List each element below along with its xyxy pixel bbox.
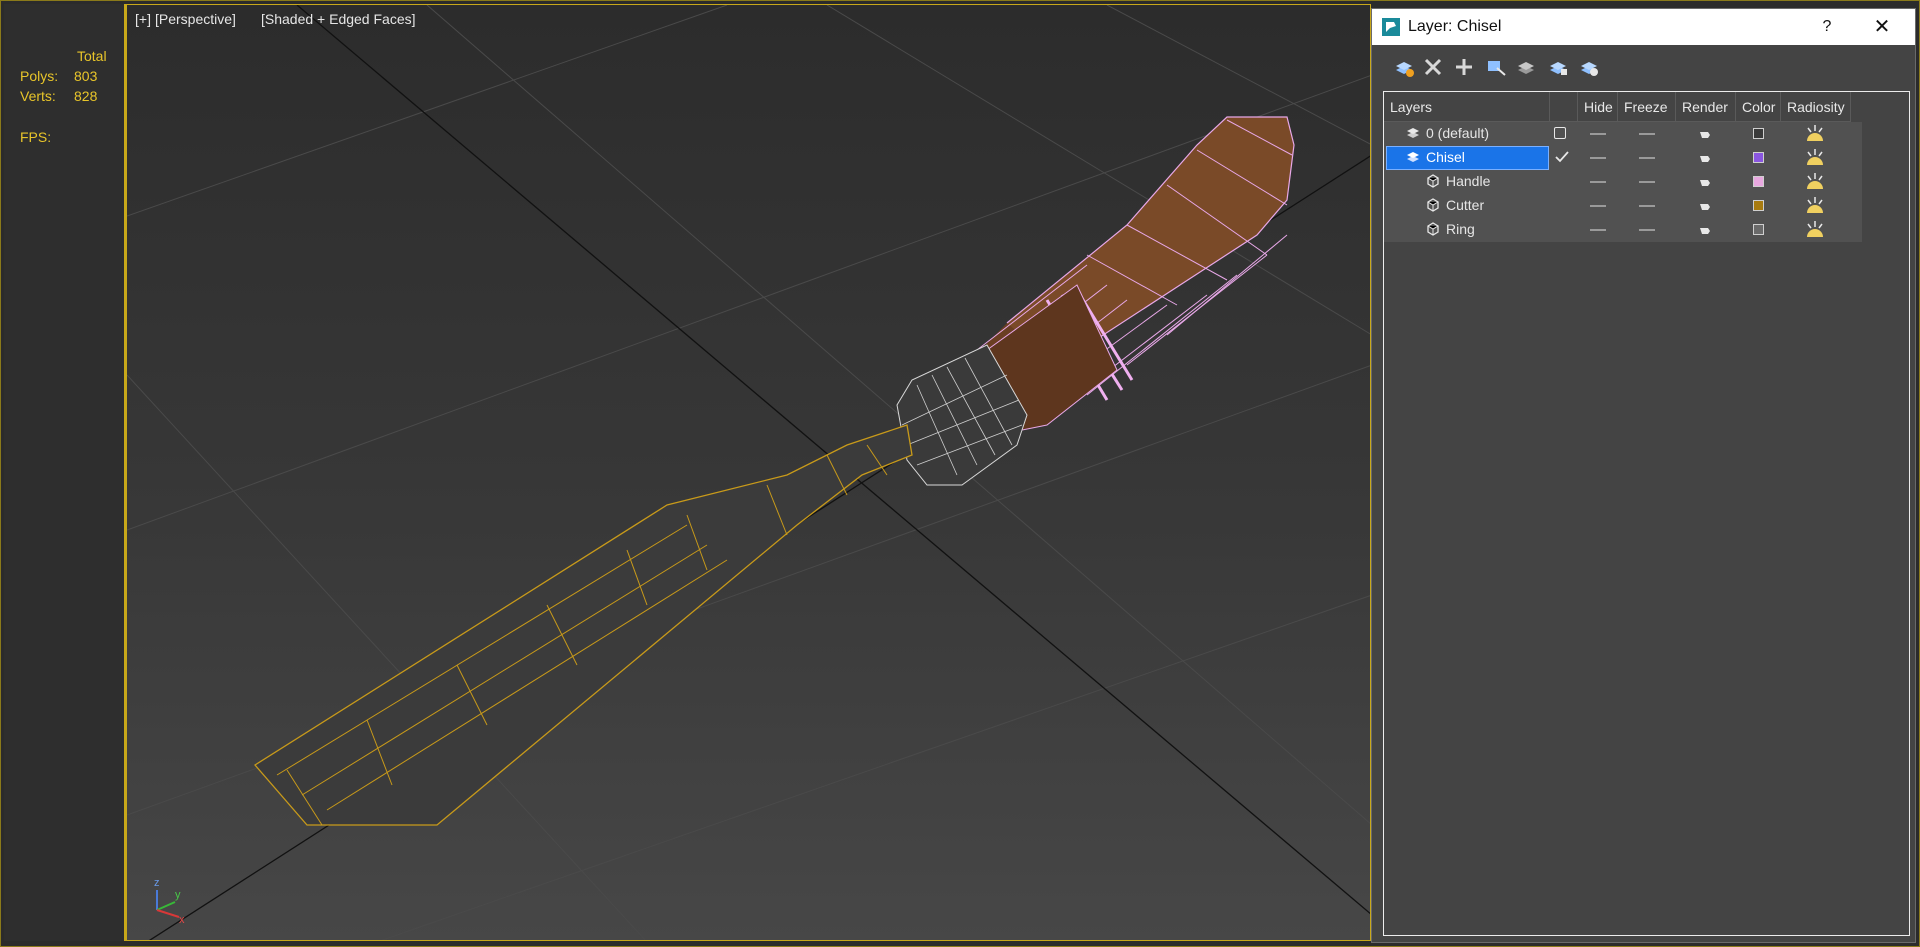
add-selection-icon[interactable] [1450,53,1478,81]
stats-polys-value: 803 [74,68,98,84]
axis-x-label: x [179,914,185,926]
stats-verts-label: Verts: [20,88,56,104]
stats-fps-label: FPS: [20,129,52,145]
chisel-cutter-mesh[interactable] [254,424,913,826]
object-name[interactable]: Cutter [1446,197,1484,213]
freeze-toggle[interactable] [1639,229,1655,231]
delete-layer-icon[interactable] [1419,53,1447,81]
object-cube-icon [1427,198,1439,212]
select-objects-icon[interactable] [1482,53,1510,81]
stats-polys-label: Polys: [20,68,59,84]
layer-name[interactable]: Chisel [1426,149,1465,165]
render-teapot-icon[interactable] [1698,176,1712,188]
viewport-scene[interactable]: z y x [127,5,1371,941]
radiosity-icon[interactable] [1803,219,1827,241]
hide-all-icon[interactable] [1544,53,1572,81]
layer-stack-icon [1407,128,1419,138]
viewport-view-label[interactable]: [Perspective] [155,11,236,27]
object-color-swatch[interactable] [1753,224,1764,235]
dialog-titlebar[interactable]: Layer: Chisel ? ✕ [1372,9,1915,45]
object-row-handle[interactable]: Handle [1384,170,1862,194]
hide-toggle[interactable] [1590,229,1606,231]
col-header-hide[interactable]: Hide [1578,92,1618,122]
stats-verts-value: 828 [74,88,98,104]
layer-name[interactable]: 0 (default) [1426,125,1489,141]
current-layer-checkmark-icon[interactable] [1554,150,1570,164]
hide-toggle[interactable] [1590,181,1606,183]
app-logo-icon [1382,18,1400,36]
axis-tripod: z y x [154,877,185,926]
object-color-swatch[interactable] [1753,200,1764,211]
close-button[interactable]: ✕ [1867,15,1897,39]
make-current-checkbox[interactable] [1554,127,1566,139]
freeze-toggle[interactable] [1639,205,1655,207]
layer-color-swatch[interactable] [1753,128,1764,139]
col-header-render[interactable]: Render [1676,92,1736,122]
axis-y-label: y [175,889,181,901]
radiosity-icon[interactable] [1803,195,1827,217]
render-teapot-icon[interactable] [1698,200,1712,212]
object-name[interactable]: Handle [1446,173,1490,189]
layer-toolbar [1372,47,1915,87]
hide-toggle[interactable] [1590,157,1606,159]
layer-row-chisel[interactable]: − Chisel [1384,146,1862,170]
freeze-all-icon[interactable] [1575,53,1603,81]
render-teapot-icon[interactable] [1698,152,1712,164]
object-cube-icon [1427,174,1439,188]
axis-z-label: z [154,877,160,889]
perspective-viewport[interactable]: z y x [+] [Perspective] [Shaded + Edged … [126,4,1371,941]
hide-toggle[interactable] [1590,205,1606,207]
dialog-title: Layer: Chisel [1408,18,1502,35]
col-header-color[interactable]: Color [1736,92,1781,122]
layer-color-swatch[interactable] [1753,152,1764,163]
help-button[interactable]: ? [1812,15,1842,39]
viewport-statistics: Total Polys: 803 Verts: 828 FPS: [4,4,126,941]
object-row-cutter[interactable]: Cutter [1384,194,1862,218]
object-row-ring[interactable]: Ring [1384,218,1862,242]
viewport-menu-plus[interactable]: [+] [135,11,151,27]
col-header-layers[interactable]: Layers [1384,92,1550,122]
radiosity-icon[interactable] [1803,171,1827,193]
freeze-toggle[interactable] [1639,157,1655,159]
layers-list[interactable]: Layers Hide Freeze Render Color Radiosit… [1383,91,1910,936]
radiosity-icon[interactable] [1803,123,1827,145]
col-header-radiosity[interactable]: Radiosity [1781,92,1851,122]
freeze-toggle[interactable] [1639,181,1655,183]
render-teapot-icon[interactable] [1698,224,1712,236]
radiosity-icon[interactable] [1803,147,1827,169]
new-layer-icon[interactable] [1390,53,1418,81]
hide-toggle[interactable] [1590,133,1606,135]
layer-explorer-dialog: Layer: Chisel ? ✕ Layers Hide Freeze Ren… [1371,8,1916,943]
object-cube-icon [1427,222,1439,236]
highlight-selected-icon[interactable] [1512,53,1540,81]
col-header-freeze[interactable]: Freeze [1618,92,1676,122]
layer-row-default[interactable]: 0 (default) [1384,122,1862,146]
object-color-swatch[interactable] [1753,176,1764,187]
object-name[interactable]: Ring [1446,221,1475,237]
viewport-shading-label[interactable]: [Shaded + Edged Faces] [261,11,416,27]
render-teapot-icon[interactable] [1698,128,1712,140]
layer-stack-icon [1407,152,1419,162]
freeze-toggle[interactable] [1639,133,1655,135]
stats-total-label: Total [77,48,107,64]
col-header-current[interactable] [1550,92,1578,122]
